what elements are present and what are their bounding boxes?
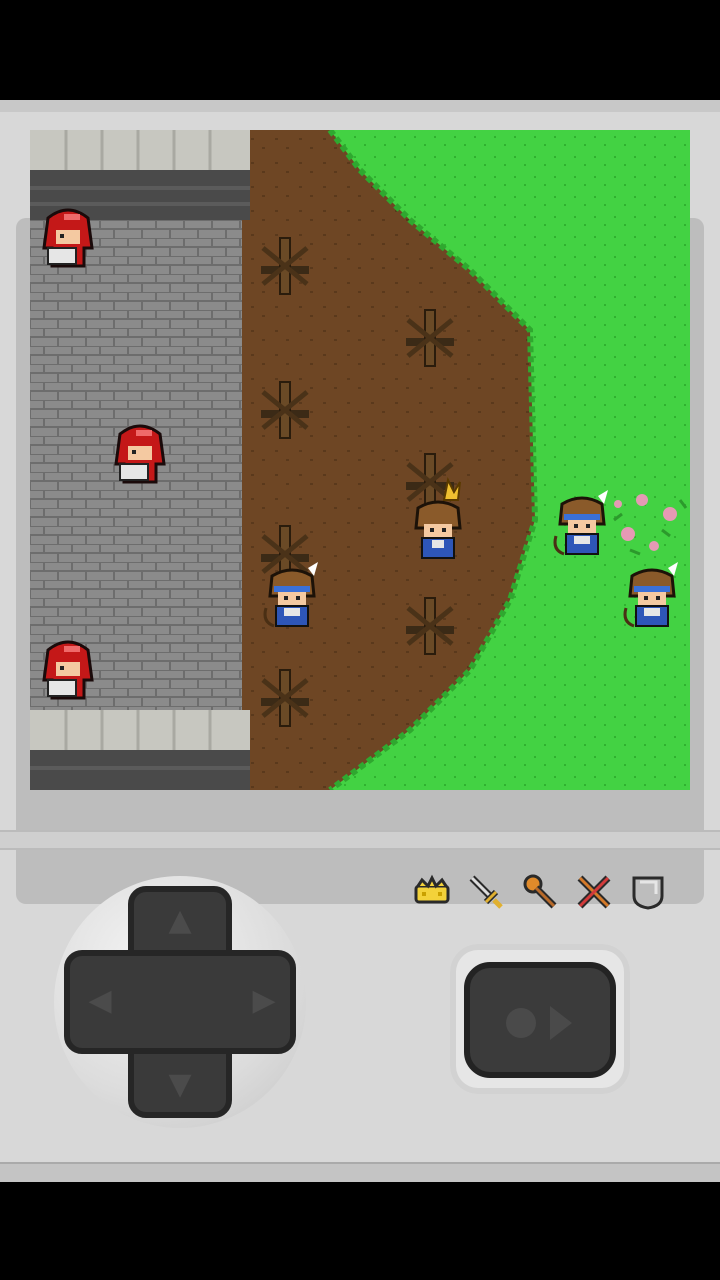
device-top-band [0, 100, 720, 112]
dpad[interactable]: ▲ ▼ ◀ ▶ [64, 886, 296, 1118]
action-dot-icon [506, 1008, 536, 1038]
red-hooded-soldier [42, 640, 94, 700]
dpad-down-arrow-icon[interactable]: ▼ [160, 1070, 200, 1100]
game-scene[interactable] [30, 130, 690, 790]
shield-icon[interactable] [628, 872, 668, 912]
dpad-up-arrow-icon[interactable]: ▲ [160, 906, 200, 936]
device-divider [0, 830, 720, 850]
game-screen[interactable] [30, 130, 690, 790]
torch-icon[interactable] [520, 872, 560, 912]
device-bottom-band [0, 1162, 720, 1182]
sword-icon[interactable] [466, 872, 506, 912]
crown-icon[interactable] [412, 872, 452, 912]
action-button[interactable] [464, 962, 616, 1078]
crossed-swords-icon[interactable] [574, 872, 614, 912]
dpad-center [134, 956, 226, 1048]
action-play-icon [550, 1006, 572, 1040]
dpad-left-arrow-icon[interactable]: ◀ [80, 986, 120, 1016]
red-hooded-soldier [42, 208, 94, 268]
red-hooded-soldier [114, 424, 166, 484]
dpad-right-arrow-icon[interactable]: ▶ [244, 986, 284, 1016]
